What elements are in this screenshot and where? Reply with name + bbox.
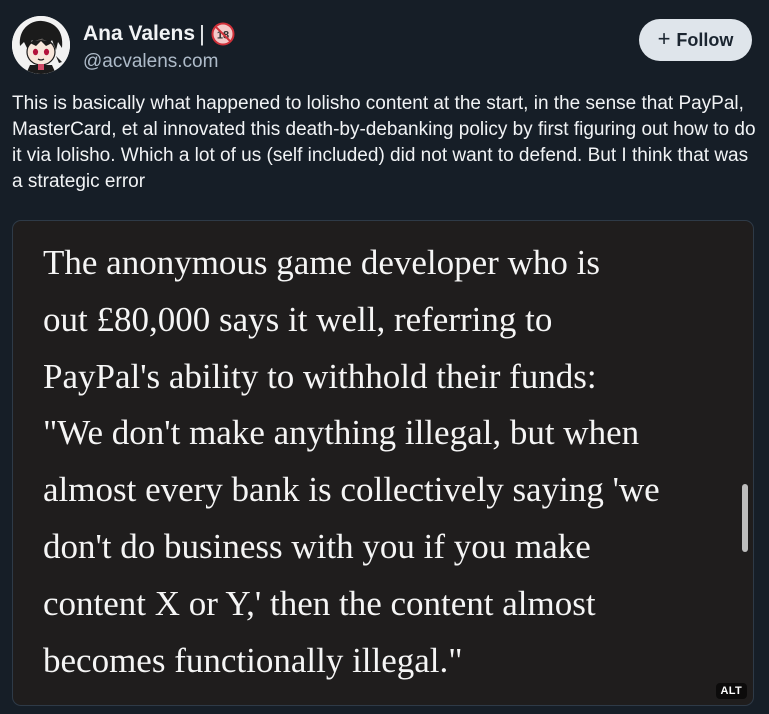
post-text: This is basically what happened to lolis… (12, 93, 756, 192)
author-display-name[interactable]: Ana Valens (83, 22, 195, 46)
author-block: Ana Valens | 18 @acvalens.com (83, 20, 235, 73)
quote-text: The anonymous game developer who is out £… (43, 235, 738, 689)
avatar-image (12, 16, 70, 74)
quote-line: content X or Y,' then the content almost (43, 583, 596, 623)
embedded-image[interactable]: The anonymous game developer who is out £… (12, 220, 754, 706)
quote-line: PayPal's ability to withhold their funds… (43, 356, 597, 396)
scrollbar[interactable] (742, 484, 748, 552)
name-separator: | (199, 21, 205, 46)
quote-line: becomes functionally illegal." (43, 640, 463, 680)
avatar[interactable] (12, 16, 70, 74)
author-name-row: Ana Valens | 18 (83, 20, 235, 48)
quote-line: almost every bank is collectively saying… (43, 470, 660, 510)
author-handle[interactable]: @acvalens.com (83, 51, 235, 73)
quote-line: out £80,000 says it well, referring to (43, 299, 553, 339)
quote-line: don't do business with you if you make (43, 526, 591, 566)
plus-icon: + (657, 26, 671, 51)
follow-button[interactable]: + Follow (639, 19, 752, 61)
quote-line: The anonymous game developer who is (43, 243, 600, 282)
no-under-18-icon: 18 (211, 22, 235, 46)
alt-text-badge[interactable]: ALT (715, 683, 747, 699)
post: Ana Valens | 18 @acvalens.com + Follow T… (0, 0, 769, 714)
quote-line: "We don't make anything illegal, but whe… (43, 413, 640, 453)
follow-button-label: Follow (676, 29, 734, 50)
